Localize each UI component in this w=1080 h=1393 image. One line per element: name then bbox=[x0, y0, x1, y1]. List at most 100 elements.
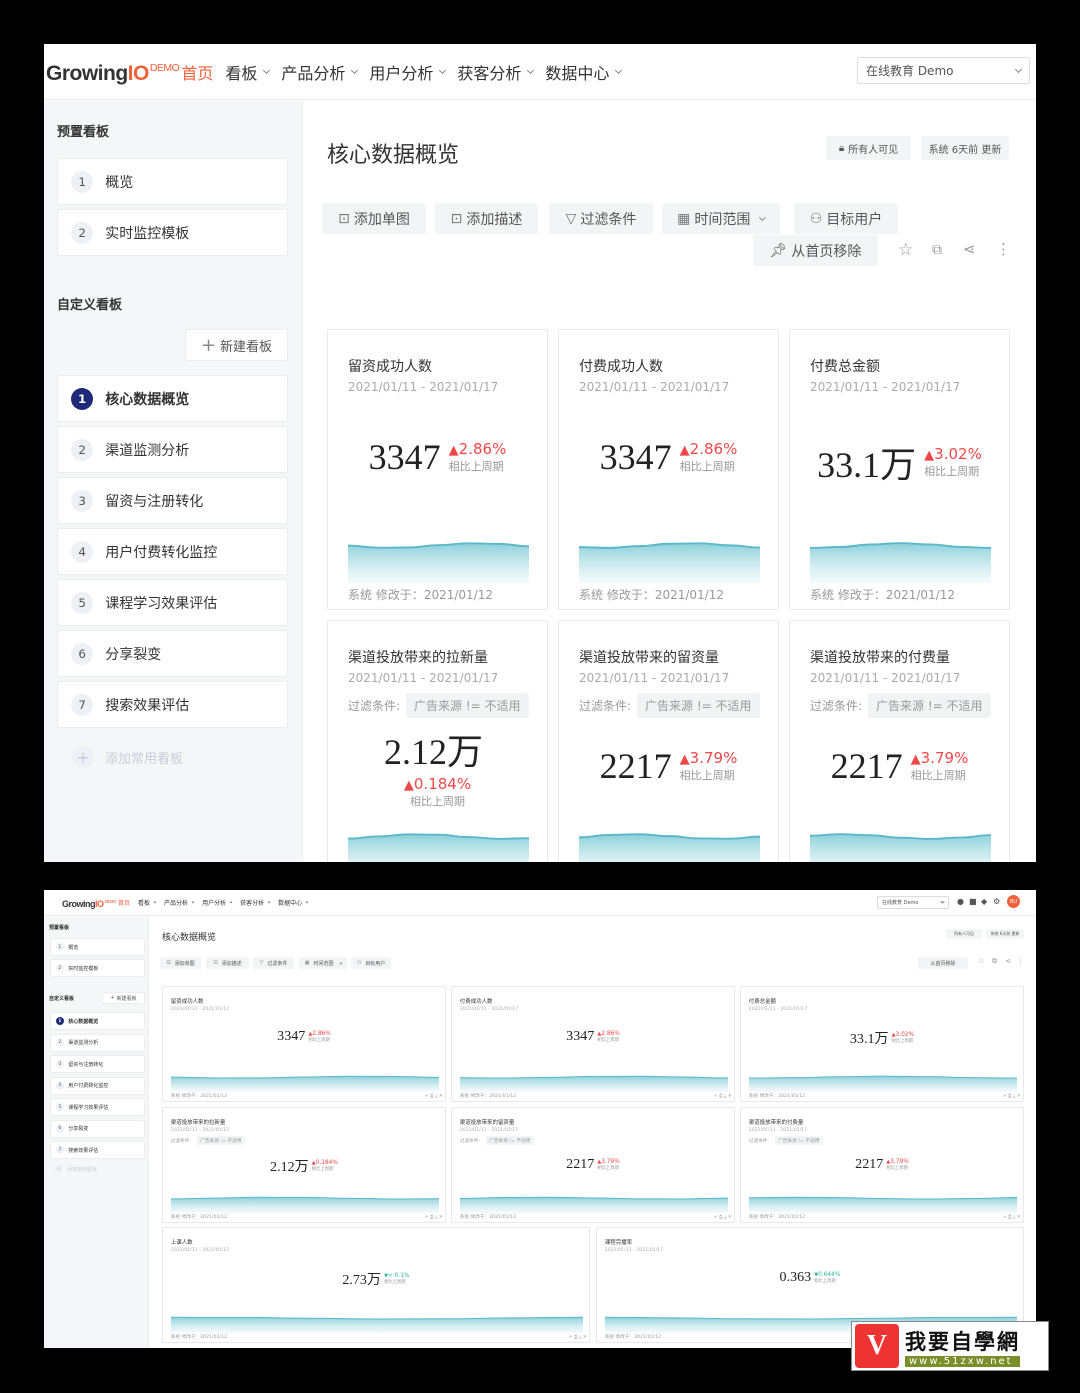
growingio-logo[interactable]: Growing IO DEMO bbox=[46, 62, 180, 86]
nav-item-0[interactable]: 首页 bbox=[181, 60, 213, 84]
copy-icon[interactable]: ⧉ bbox=[992, 957, 997, 966]
filter-chip[interactable]: 广告来源 != 不适用 bbox=[406, 693, 529, 718]
card-actions-icon[interactable]: + ⎙ ⤓ ✕ bbox=[714, 1214, 732, 1220]
toolbar-button-user[interactable]: ⚇ 目标用户 bbox=[794, 203, 898, 234]
more-icon[interactable]: ⋮ bbox=[1017, 957, 1024, 965]
metric-card[interactable]: 留资成功人数 2021/01/11 - 2021/01/17 3347 ▲2.86% 相… bbox=[327, 329, 548, 610]
nav-item-5[interactable]: 数据中心 bbox=[278, 898, 309, 907]
sidebar-item-custom-1[interactable]: 1 核心数据概览 bbox=[57, 375, 288, 422]
star-icon[interactable]: ☆ bbox=[898, 240, 913, 260]
nav-item-1[interactable]: 看板 bbox=[138, 898, 157, 907]
sidebar-item-custom-1[interactable]: 1 核心数据概览 bbox=[50, 1012, 145, 1030]
sidebar-item-preset-2[interactable]: 2 实时监控模板 bbox=[50, 959, 145, 977]
filter-chip[interactable]: 广告来源 != 不适用 bbox=[775, 1136, 823, 1146]
filter-chip[interactable]: 广告来源 != 不适用 bbox=[197, 1136, 245, 1146]
toolbar-button-calendar[interactable]: ▦ 时间范围 bbox=[662, 203, 780, 234]
sidebar-item-custom-2[interactable]: 2 渠道监测分析 bbox=[50, 1033, 145, 1052]
sidebar-item-custom-2[interactable]: 2 渠道监测分析 bbox=[57, 426, 288, 473]
toolbar-button-add-text[interactable]: ⊡ 添加描述 bbox=[206, 957, 249, 969]
notice-icon[interactable]: ■ bbox=[969, 897, 977, 906]
metric-card[interactable]: 渠道投放带来的拉新量 2021/01/11 - 2021/01/17 过滤条件: 广告… bbox=[162, 1107, 446, 1223]
toolbar-button-add-chart[interactable]: ⊡ 添加单图 bbox=[322, 203, 426, 234]
filter-chip[interactable]: 广告来源 != 不适用 bbox=[637, 693, 760, 718]
card-date-range: 2021/01/11 - 2021/01/17 bbox=[459, 1127, 519, 1133]
nav-item-3[interactable]: 用户分析 bbox=[369, 60, 447, 84]
sidebar-item-preset-1[interactable]: 1 概览 bbox=[57, 158, 288, 205]
card-actions-icon[interactable]: + ⎙ ⤓ ✕ bbox=[1003, 1093, 1021, 1099]
avatar[interactable]: BU bbox=[1007, 895, 1020, 908]
preset-section-title: 预置看板 bbox=[49, 925, 70, 931]
sidebar-item-preset-1[interactable]: 1 概览 bbox=[50, 938, 145, 956]
metric-card[interactable]: 付费成功人数 2021/01/11 - 2021/01/17 3347 ▲2.86% 相… bbox=[451, 986, 735, 1102]
bell-icon[interactable]: ● bbox=[957, 897, 964, 906]
growingio-logo-small[interactable]: Growing IO DEMO bbox=[62, 899, 116, 909]
settings-icon[interactable]: ⚙ bbox=[993, 897, 1000, 906]
filter-chip[interactable]: 广告来源 != 不适用 bbox=[486, 1136, 534, 1146]
card-actions-icon[interactable]: + ⎙ ⤓ ✕ bbox=[569, 1334, 587, 1340]
sidebar-item-custom-6[interactable]: 6 分享裂变 bbox=[57, 630, 288, 677]
nav-item-4[interactable]: 获客分析 bbox=[240, 898, 271, 907]
toolbar-button-filter[interactable]: ▽ 过滤条件 bbox=[549, 203, 653, 234]
nav-item-4[interactable]: 获客分析 bbox=[457, 60, 535, 84]
sidebar-item-custom-7[interactable]: 7 搜索效果评估 bbox=[57, 681, 288, 728]
metric-card[interactable]: 渠道投放带来的付费量 2021/01/11 - 2021/01/17 过滤条件: 广告… bbox=[789, 620, 1010, 862]
nav-item-3[interactable]: 用户分析 bbox=[202, 898, 233, 907]
new-board-button[interactable]: + 新建看板 bbox=[185, 329, 288, 361]
card-filter: 过滤条件: 广告来源 != 不适用 bbox=[348, 693, 529, 718]
card-actions-icon[interactable]: + ⎙ ⤓ ✕ bbox=[425, 1214, 443, 1220]
metric-card[interactable]: 付费成功人数 2021/01/11 - 2021/01/17 3347 ▲2.86% 相… bbox=[558, 329, 779, 610]
visibility-button-small[interactable]: 所有人可见 bbox=[946, 929, 982, 939]
share-icon[interactable]: ⋖ bbox=[963, 240, 976, 258]
sidebar-item-custom-3[interactable]: 3 留资与注册转化 bbox=[57, 477, 288, 524]
remove-home-button[interactable]: 📌︎ 从首页移除 bbox=[753, 235, 878, 266]
metric-card[interactable]: 付费总金额 2021/01/11 - 2021/01/17 33.1万 ▲3.02% 相… bbox=[789, 329, 1010, 610]
add-common-board-small[interactable]: + 添加常用看板 bbox=[55, 1165, 97, 1173]
triangle-up-icon: ▲ bbox=[679, 752, 690, 767]
remove-home-button-small[interactable]: 从首页移除 bbox=[918, 957, 968, 969]
sidebar-item-custom-7[interactable]: 7 搜索效果评估 bbox=[50, 1141, 145, 1159]
project-select[interactable]: 在线教育 Demo bbox=[857, 57, 1030, 84]
card-actions-icon[interactable]: + ⎙ ⤓ ✕ bbox=[714, 1093, 732, 1099]
nav-label: 获客分析 bbox=[240, 900, 265, 907]
sidebar-item-preset-2[interactable]: 2 实时监控模板 bbox=[57, 209, 288, 256]
nav-item-0[interactable]: 首页 bbox=[118, 898, 130, 907]
nav-item-5[interactable]: 数据中心 bbox=[545, 60, 623, 84]
sidebar-item-custom-4[interactable]: 4 用户付费转化监控 bbox=[50, 1076, 145, 1095]
nav-item-2[interactable]: 产品分析 bbox=[281, 60, 359, 84]
share-icon[interactable]: ⋖ bbox=[1005, 957, 1011, 965]
metric-card[interactable]: 付费总金额 2021/01/11 - 2021/01/17 33.1万 ▲3.02% 相… bbox=[740, 986, 1024, 1102]
nav-item-1[interactable]: 看板 bbox=[225, 60, 271, 84]
card-footer: 系统 修改于：2021/01/12 bbox=[459, 1093, 517, 1099]
metric-card[interactable]: 渠道投放带来的付费量 2021/01/11 - 2021/01/17 过滤条件: 广告… bbox=[740, 1107, 1024, 1223]
metric-card[interactable]: 上课人数 2021/01/11 - 2021/01/17 2.73万 ▼< 0.1% 相… bbox=[162, 1227, 590, 1343]
copy-icon[interactable]: ⧉ bbox=[932, 242, 942, 258]
toolbar-button-add-chart[interactable]: ⊡ 添加单图 bbox=[160, 957, 201, 969]
main-area-small: 核心数据概览 所有人可见 系统 6天前 更新 ⊡ 添加单图 ⊡ 添加描述 ▽ 过滤条件 ▦ 时… bbox=[150, 917, 1036, 1348]
filter-chip[interactable]: 广告来源 != 不适用 bbox=[868, 693, 991, 718]
add-common-board[interactable]: + 添加常用看板 bbox=[72, 746, 183, 768]
more-icon[interactable]: ⋮ bbox=[996, 240, 1011, 258]
metric-card[interactable]: 留资成功人数 2021/01/11 - 2021/01/17 3347 ▲2.86% 相… bbox=[162, 986, 446, 1102]
toolbar-button-calendar[interactable]: ▦ 时间范围 bbox=[299, 957, 347, 969]
project-select-small[interactable]: 在线教育 Demo bbox=[877, 896, 949, 909]
metric-card[interactable]: 渠道投放带来的留资量 2021/01/11 - 2021/01/17 过滤条件: 广告… bbox=[451, 1107, 735, 1223]
toolbar-button-filter[interactable]: ▽ 过滤条件 bbox=[253, 957, 294, 969]
toolbar-button-user[interactable]: ⚇ 目标用户 bbox=[351, 957, 391, 969]
sidebar-item-custom-5[interactable]: 5 课程学习效果评估 bbox=[57, 579, 288, 626]
sidebar-item-custom-6[interactable]: 6 分享裂变 bbox=[50, 1119, 145, 1138]
help-icon[interactable]: ◆ bbox=[981, 897, 987, 906]
sidebar-item-custom-5[interactable]: 5 课程学习效果评估 bbox=[50, 1098, 145, 1116]
sidebar-item-custom-4[interactable]: 4 用户付费转化监控 bbox=[57, 528, 288, 575]
toolbar-button-add-text[interactable]: ⊡ 添加描述 bbox=[435, 203, 538, 234]
nav-item-2[interactable]: 产品分析 bbox=[164, 898, 195, 907]
metric-card[interactable]: 渠道投放带来的拉新量 2021/01/11 - 2021/01/17 过滤条件: 广告… bbox=[327, 620, 548, 862]
new-board-button-small[interactable]: + 新建看板 bbox=[102, 992, 145, 1004]
visibility-button[interactable]: 🔒︎ 所有人可见 bbox=[826, 136, 911, 160]
star-icon[interactable]: ☆ bbox=[978, 957, 984, 965]
card-actions-icon[interactable]: + ⎙ ⤓ ✕ bbox=[425, 1093, 443, 1099]
card-actions-icon[interactable]: + ⎙ ⤓ ✕ bbox=[1003, 1214, 1021, 1220]
sidebar-item-custom-3[interactable]: 3 留资与注册转化 bbox=[50, 1055, 145, 1073]
page-title: 核心数据概览 bbox=[162, 933, 217, 943]
metric-card[interactable]: 渠道投放带来的留资量 2021/01/11 - 2021/01/17 过滤条件: 广告… bbox=[558, 620, 779, 862]
sidebar: 预置看板 1 概览 2 实时监控模板 自定义看板 + 新建看板 1 核心数据概览 2 渠道监测… bbox=[44, 101, 303, 862]
